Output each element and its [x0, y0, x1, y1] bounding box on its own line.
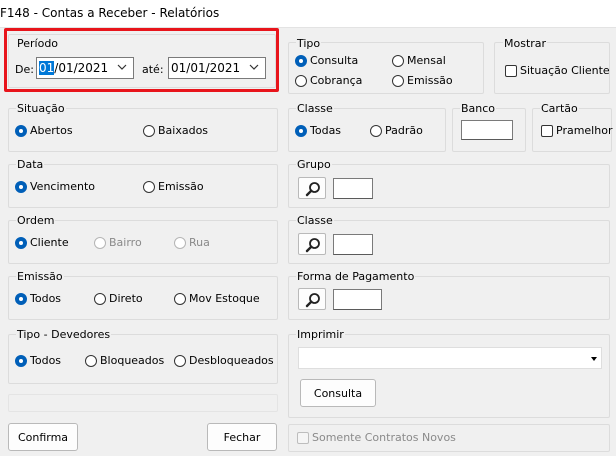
mostrar-label: Mostrar: [503, 37, 548, 50]
magnifier-icon: [305, 182, 320, 197]
ordem-cliente-radio[interactable]: Cliente: [15, 236, 69, 249]
situacao-abertos-radio[interactable]: Abertos: [15, 124, 73, 137]
classe-input[interactable]: [333, 234, 373, 255]
classe-label: Classe: [296, 214, 334, 227]
tipo-label: Tipo: [296, 37, 322, 50]
emissao-todos-radio[interactable]: Todos: [15, 292, 61, 305]
tipo-emissao-radio[interactable]: Emissão: [392, 74, 453, 87]
data-emissao-radio[interactable]: Emissão: [143, 180, 204, 193]
grupo-search-button[interactable]: [298, 177, 326, 199]
grupo-label: Grupo: [296, 158, 332, 171]
fechar-button[interactable]: Fechar: [207, 423, 277, 451]
ordem-label: Ordem: [16, 214, 56, 227]
dropdown-arrow-icon[interactable]: [591, 357, 597, 361]
data-label: Data: [16, 158, 45, 171]
ordem-bairro-radio[interactable]: Bairro: [94, 236, 142, 249]
magnifier-icon: [305, 238, 320, 253]
progress-bar-area: [8, 394, 278, 412]
pramelhor-checkbox[interactable]: Pramelhor: [541, 124, 612, 137]
classe-top-label: Classe: [296, 102, 334, 115]
classe-search-button[interactable]: [298, 233, 326, 255]
situacao-baixados-radio[interactable]: Baixados: [143, 124, 208, 137]
emissao-direto-radio[interactable]: Direto: [94, 292, 143, 305]
confirma-button[interactable]: Confirma: [8, 423, 78, 451]
ordem-rua-radio[interactable]: Rua: [174, 236, 210, 249]
imprimir-select[interactable]: [298, 347, 602, 369]
forma-pagamento-input[interactable]: [333, 289, 382, 310]
tipo-devedores-label: Tipo - Devedores: [16, 328, 112, 341]
classe-padrao-radio[interactable]: Padrão: [370, 124, 423, 137]
emissao-label: Emissão: [16, 270, 64, 283]
classe-todas-radio[interactable]: Todas: [295, 124, 341, 137]
magnifier-icon: [305, 293, 320, 308]
cartao-label: Cartão: [540, 102, 579, 115]
devedores-bloqueados-radio[interactable]: Bloqueados: [85, 354, 164, 367]
tipo-cobranca-radio[interactable]: Cobrança: [295, 74, 362, 87]
data-vencimento-radio[interactable]: Vencimento: [15, 180, 95, 193]
tipo-mensal-radio[interactable]: Mensal: [392, 54, 446, 67]
devedores-desbloqueados-radio[interactable]: Desbloqueados: [174, 354, 274, 367]
imprimir-label: Imprimir: [296, 328, 345, 341]
somente-contratos-checkbox[interactable]: Somente Contratos Novos: [297, 431, 456, 444]
title-bar: F148 - Contas a Receber - Relatórios: [0, 0, 616, 28]
situacao-label: Situação: [16, 102, 66, 115]
forma-pagamento-label: Forma de Pagamento: [296, 270, 416, 283]
forma-pagamento-search-button[interactable]: [298, 288, 326, 310]
emissao-mov-estoque-radio[interactable]: Mov Estoque: [174, 292, 260, 305]
devedores-todos-radio[interactable]: Todos: [15, 354, 61, 367]
situacao-cliente-checkbox[interactable]: Situação Cliente: [505, 64, 610, 77]
tipo-consulta-radio[interactable]: Consulta: [295, 54, 358, 67]
consulta-button[interactable]: Consulta: [300, 379, 376, 407]
periodo-highlight: [4, 28, 279, 92]
banco-input[interactable]: [461, 120, 513, 140]
window-title: F148 - Contas a Receber - Relatórios: [0, 6, 220, 20]
banco-label: Banco: [460, 102, 497, 115]
grupo-input[interactable]: [333, 178, 373, 199]
